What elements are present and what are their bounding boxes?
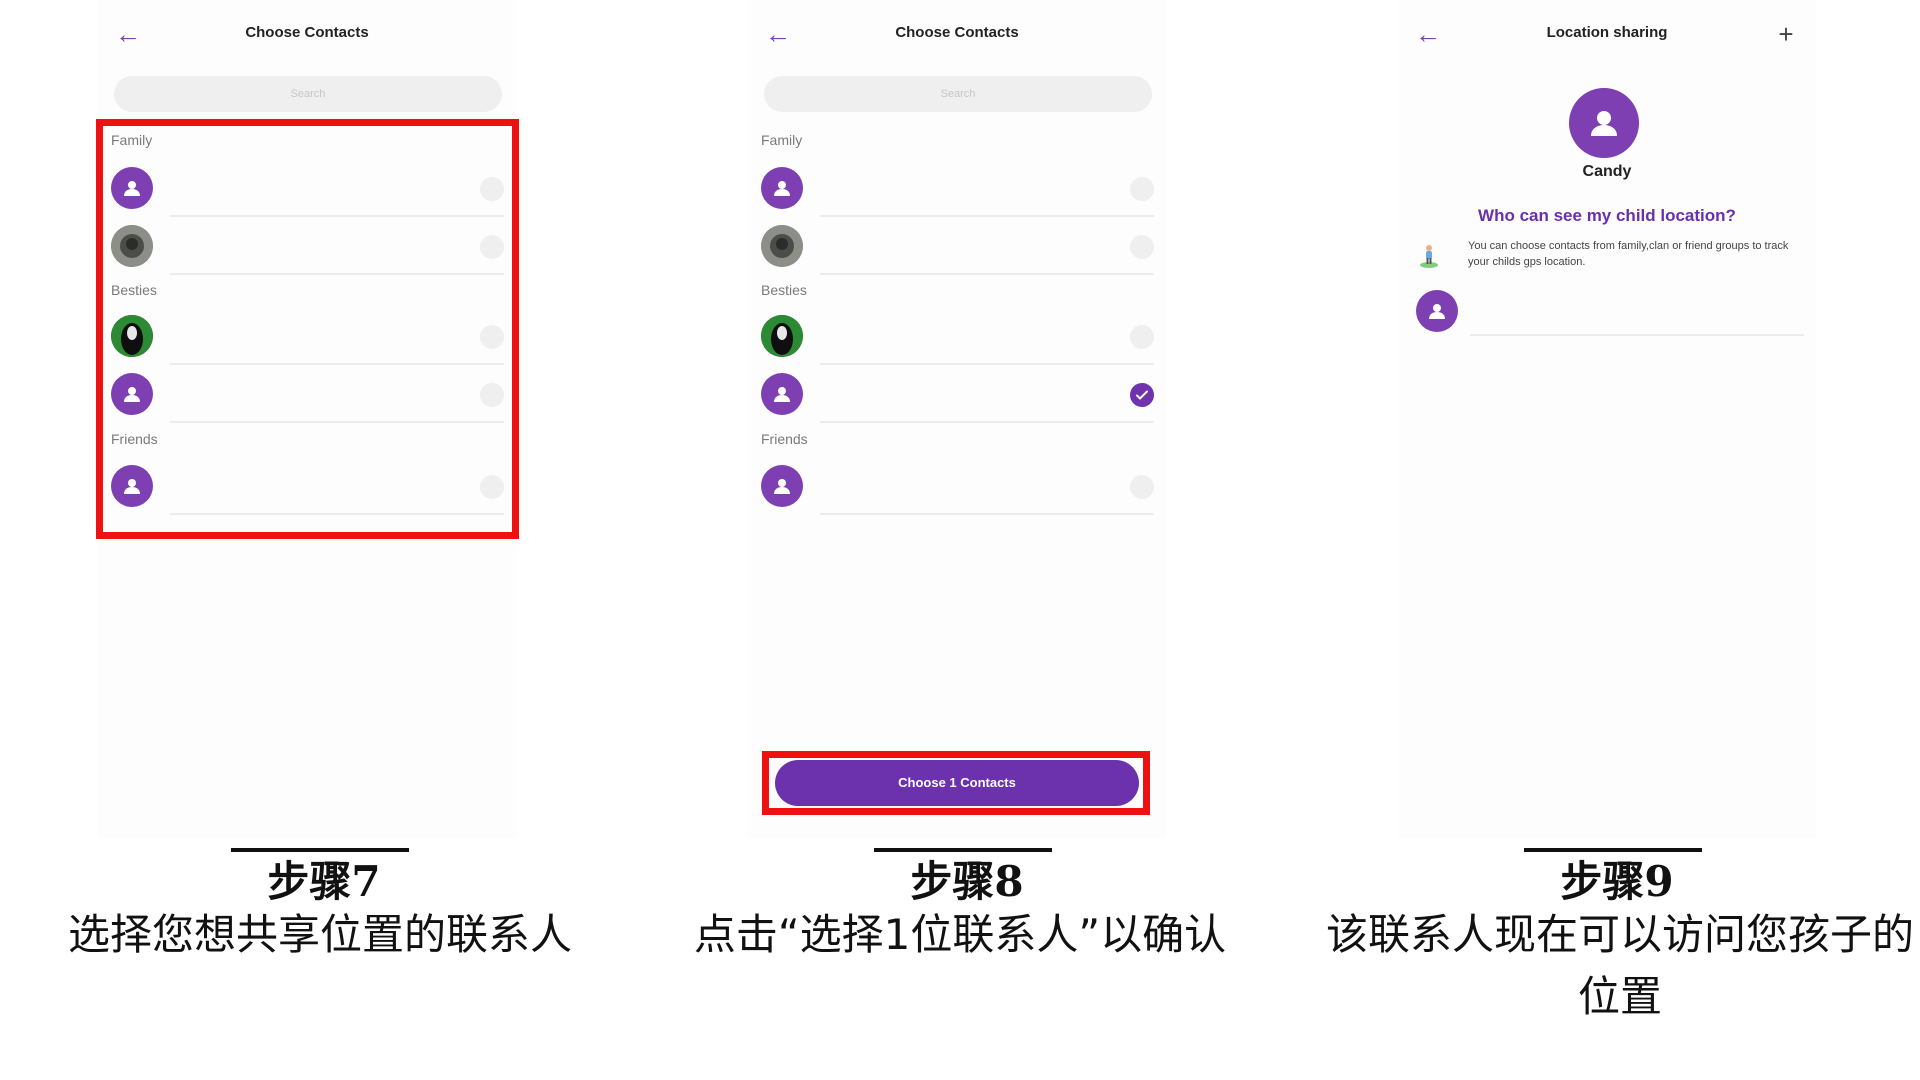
contact-row[interactable] xyxy=(748,457,1166,515)
avatar-photo xyxy=(761,315,803,357)
group-label-friends: Friends xyxy=(761,431,808,447)
select-radio[interactable] xyxy=(1130,475,1154,499)
app-header: ← Choose Contacts xyxy=(748,0,1166,72)
screen-title: Choose Contacts xyxy=(895,24,1019,41)
screen-location-sharing-step9: ← Location sharing + Candy Who can see m… xyxy=(1398,0,1816,838)
child-name: Candy xyxy=(1582,163,1632,180)
person-icon xyxy=(774,479,790,494)
shared-contact-avatar xyxy=(1416,290,1458,332)
contact-row[interactable] xyxy=(748,307,1166,365)
step-label-8: 步骤8 xyxy=(874,848,1052,909)
group-label-besties: Besties xyxy=(761,282,807,298)
select-radio[interactable] xyxy=(1130,325,1154,349)
person-icon xyxy=(1591,111,1617,136)
photo-icon xyxy=(761,315,803,357)
avatar xyxy=(761,373,803,415)
description-text: You can choose contacts from family,clan… xyxy=(1468,240,1789,268)
step-caption-7: 选择您想共享位置的联系人 xyxy=(67,910,572,959)
highlight-box-contacts xyxy=(96,119,519,539)
step-caption-9: 该联系人现在可以访问您孩子的位置 xyxy=(1325,910,1914,1021)
checkmark-icon[interactable] xyxy=(1130,383,1154,407)
highlight-box-button xyxy=(762,751,1150,815)
screen-title: Location sharing xyxy=(1546,24,1668,41)
contact-row-selected[interactable] xyxy=(748,365,1166,423)
select-radio[interactable] xyxy=(1130,235,1154,259)
divider xyxy=(1470,334,1804,336)
divider xyxy=(820,273,1154,275)
step-label-7: 步骤7 xyxy=(231,848,409,909)
search-input[interactable]: Search xyxy=(764,76,1152,112)
contact-row[interactable] xyxy=(748,217,1166,275)
avatar-photo xyxy=(761,225,803,267)
contact-row[interactable] xyxy=(748,159,1166,217)
divider xyxy=(820,421,1154,423)
person-icon xyxy=(774,387,790,402)
photo-icon xyxy=(761,225,803,267)
search-input[interactable]: Search xyxy=(114,76,502,112)
person-icon xyxy=(774,181,790,196)
screen-title: Choose Contacts xyxy=(245,24,369,41)
step-caption-8: 点击“选择1位联系人”以确认 xyxy=(693,910,1227,959)
screen-choose-contacts-step8: ← Choose Contacts Search Family Besties xyxy=(748,0,1166,838)
plus-icon[interactable]: + xyxy=(1772,20,1800,48)
select-radio[interactable] xyxy=(1130,177,1154,201)
avatar xyxy=(761,167,803,209)
app-header: ← Location sharing + xyxy=(1398,0,1816,72)
person-icon xyxy=(1429,304,1445,319)
section-heading: Who can see my child location? xyxy=(1478,206,1736,225)
app-header: ← Choose Contacts xyxy=(98,0,516,72)
avatar xyxy=(761,465,803,507)
child-location-icon xyxy=(1414,240,1444,270)
divider xyxy=(820,513,1154,515)
child-avatar xyxy=(1569,88,1639,158)
step-label-9: 步骤9 xyxy=(1524,848,1702,909)
group-label-family: Family xyxy=(761,132,803,148)
